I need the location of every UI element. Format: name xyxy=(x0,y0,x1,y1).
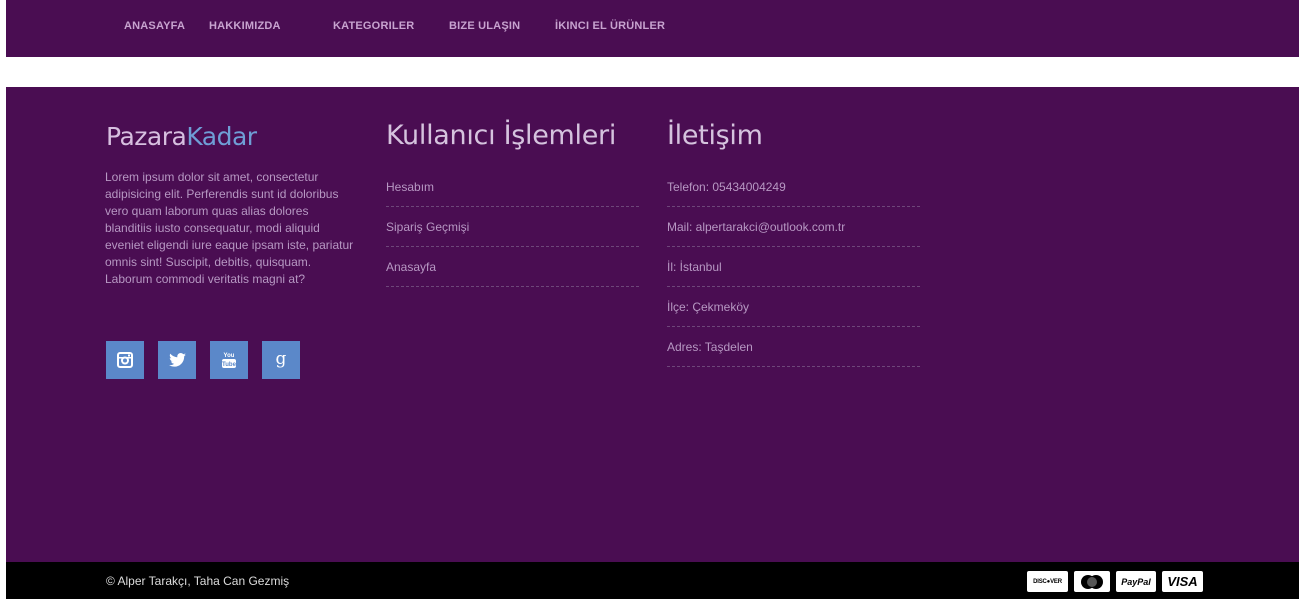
list-item: Adres: Taşdelen xyxy=(667,327,920,367)
youtube-button[interactable]: You Tube xyxy=(210,341,248,379)
top-navigation: ANASAYFA HAKKIMIZDA KATEGORILER BIZE ULA… xyxy=(6,0,1299,57)
mastercard-icon xyxy=(1074,571,1110,592)
list-item: Telefon: 05434004249 xyxy=(667,167,920,207)
twitter-icon xyxy=(168,353,186,367)
brand-part2: Kadar xyxy=(186,122,257,151)
contact-mail: Mail: alpertarakci@outlook.com.tr xyxy=(667,220,846,234)
youtube-icon: You Tube xyxy=(222,353,237,368)
svg-text:Tube: Tube xyxy=(222,362,237,368)
nav-anasayfa[interactable]: ANASAYFA xyxy=(124,20,185,32)
paypal-label: PayPal xyxy=(1121,576,1151,587)
visa-label: VISA xyxy=(1167,574,1198,589)
discover-label: DISC●VER xyxy=(1033,578,1062,585)
contact-district: İlçe: Çekmeköy xyxy=(667,300,750,314)
link-siparis-gecmisi[interactable]: Sipariş Geçmişi xyxy=(386,220,469,234)
list-item: İlçe: Çekmeköy xyxy=(667,287,920,327)
contact-address: Adres: Taşdelen xyxy=(667,340,753,354)
google-icon: g xyxy=(276,351,287,369)
bottom-bar: © Alper Tarakçı, Taha Can Gezmiş DISC●VE… xyxy=(6,562,1299,599)
twitter-button[interactable] xyxy=(158,341,196,379)
link-hesabim[interactable]: Hesabım xyxy=(386,180,434,194)
discover-card-icon: DISC●VER xyxy=(1027,571,1068,592)
brand-part1: Pazara xyxy=(106,122,187,151)
contact-city: İl: İstanbul xyxy=(667,260,722,274)
user-ops-title: Kullanıcı İşlemleri xyxy=(386,120,617,151)
visa-card-icon: VISA xyxy=(1162,571,1203,592)
list-item: Mail: alpertarakci@outlook.com.tr xyxy=(667,207,920,247)
brand-description: Lorem ipsum dolor sit amet, consectetur … xyxy=(105,170,354,286)
link-anasayfa[interactable]: Anasayfa xyxy=(386,260,436,274)
contact-title: İletişim xyxy=(667,120,763,151)
list-item: Hesabım xyxy=(386,167,639,207)
nav-hakkimizda[interactable]: HAKKIMIZDA xyxy=(209,20,281,32)
paypal-card-icon: PayPal xyxy=(1116,571,1156,592)
mastercard-circles xyxy=(1081,574,1103,589)
footer: PazaraKadar Lorem ipsum dolor sit amet, … xyxy=(6,87,1299,562)
contact-phone: Telefon: 05434004249 xyxy=(667,180,786,194)
nav-ikinci-el-urunler[interactable]: İKINCI EL ÜRÜNLER xyxy=(555,20,665,32)
nav-kategoriler[interactable]: KATEGORILER xyxy=(333,20,414,32)
svg-text:You: You xyxy=(224,353,235,359)
contact-list: Telefon: 05434004249 Mail: alpertarakci@… xyxy=(667,167,920,367)
list-item: Sipariş Geçmişi xyxy=(386,207,639,247)
svg-text:g: g xyxy=(276,351,287,369)
list-item: Anasayfa xyxy=(386,247,639,287)
user-ops-list: Hesabım Sipariş Geçmişi Anasayfa xyxy=(386,167,639,287)
instagram-icon xyxy=(117,352,133,368)
google-button[interactable]: g xyxy=(262,341,300,379)
instagram-button[interactable] xyxy=(106,341,144,379)
list-item: İl: İstanbul xyxy=(667,247,920,287)
copyright-text: © Alper Tarakçı, Taha Can Gezmiş xyxy=(106,574,290,588)
nav-bize-ulasin[interactable]: BIZE ULAŞIN xyxy=(449,20,520,32)
brand-logo: PazaraKadar xyxy=(106,122,257,151)
